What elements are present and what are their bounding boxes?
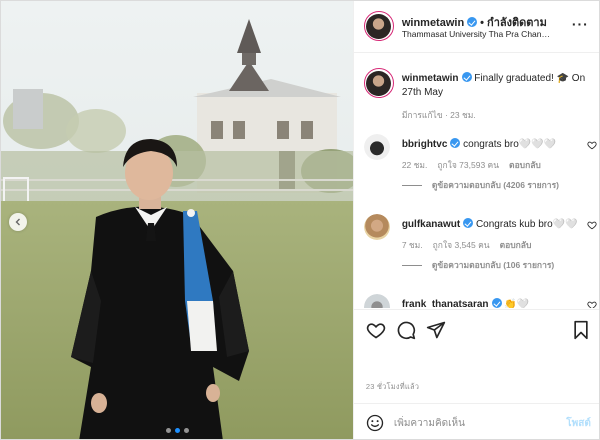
commenter-avatar[interactable] bbox=[363, 294, 390, 308]
post-header: winmetawin • กำลังติดตาม Thammasat Univers… bbox=[353, 1, 599, 53]
view-replies-button[interactable]: ดูข้อความตอบกลับ (106 รายการ) bbox=[401, 258, 555, 272]
reply-button[interactable]: ตอบกลับ bbox=[500, 240, 532, 250]
reply-button[interactable]: ตอบกลับ bbox=[509, 160, 541, 170]
graduation-photo bbox=[1, 1, 353, 439]
commenter-avatar[interactable] bbox=[363, 214, 390, 240]
comment-username[interactable]: frank_thanatsaran bbox=[402, 299, 489, 308]
post-details-panel: winmetawin • กำลังติดตาม Thammasat Univers… bbox=[352, 1, 599, 439]
comment-time: 22 ชม. bbox=[401, 160, 428, 170]
following-button[interactable]: กำลังติดตาม bbox=[487, 17, 547, 29]
commenter-avatar[interactable] bbox=[363, 134, 390, 160]
comment-text: Congrats kub bro🤍🤍 bbox=[475, 219, 578, 230]
author-username[interactable]: winmetawin bbox=[402, 17, 464, 29]
instagram-post: winmetawin • กำลังติดตาม Thammasat Univers… bbox=[0, 0, 600, 440]
comment-meta: 22 ชม. ถูกใจ 73,593 คน ตอบกลับ bbox=[402, 158, 551, 172]
chevron-left-icon bbox=[15, 218, 20, 226]
like-comment-heart-icon[interactable] bbox=[587, 140, 597, 150]
view-replies-button[interactable]: ดูข้อความตอบกลับ (4206 รายการ) bbox=[401, 178, 559, 192]
verified-badge-icon bbox=[450, 138, 461, 148]
like-comment-heart-icon[interactable] bbox=[587, 300, 597, 308]
post-comment-button[interactable]: โพสต์ bbox=[566, 416, 591, 431]
previous-photo-button[interactable] bbox=[9, 213, 27, 231]
separator-dot: • bbox=[480, 17, 485, 29]
comment-text: 👏🤍 bbox=[504, 299, 530, 308]
post-actions bbox=[353, 309, 599, 349]
view-replies-label: ดูข้อความตอบกลับ (106 รายการ) bbox=[431, 260, 555, 270]
carousel-dot bbox=[166, 428, 171, 433]
comment-line: frank_thanatsaran 👏🤍 bbox=[402, 298, 529, 308]
caption-text: winmetawin Finally graduated! 🎓 On 27th … bbox=[402, 72, 592, 100]
carousel-dot bbox=[184, 428, 189, 433]
comment-meta: 7 ชม. ถูกใจ 3,545 คน ตอบกลับ bbox=[402, 238, 542, 252]
more-options-icon[interactable]: ··· bbox=[572, 16, 589, 32]
caption-avatar[interactable] bbox=[363, 68, 394, 98]
share-paper-plane-icon[interactable] bbox=[426, 320, 446, 340]
verified-badge-icon bbox=[491, 298, 502, 308]
comments-list[interactable]: winmetawin Finally graduated! 🎓 On 27th … bbox=[354, 54, 599, 308]
verified-badge-icon bbox=[461, 72, 472, 82]
comment-time: 7 ชม. bbox=[401, 240, 423, 250]
comment-bubble-icon[interactable] bbox=[396, 320, 416, 340]
add-comment-bar: โพสต์ bbox=[353, 403, 599, 439]
replies-divider bbox=[401, 184, 422, 186]
comment-likes[interactable]: ถูกใจ 3,545 คน bbox=[433, 240, 490, 250]
caption-username[interactable]: winmetawin bbox=[402, 73, 459, 84]
comment-username[interactable]: bbrightvc bbox=[402, 139, 448, 150]
comment-username[interactable]: gulfkanawut bbox=[402, 219, 460, 230]
emoji-smiley-icon[interactable] bbox=[366, 414, 384, 432]
comment-likes[interactable]: ถูกใจ 73,593 คน bbox=[437, 160, 499, 170]
comment-text: congrats bro🤍🤍🤍 bbox=[463, 139, 557, 150]
comment-line: gulfkanawut Congrats kub bro🤍🤍 bbox=[402, 218, 578, 230]
comment-line: bbrightvc congrats bro🤍🤍🤍 bbox=[402, 138, 556, 150]
like-comment-heart-icon[interactable] bbox=[587, 220, 597, 230]
verified-badge-icon bbox=[463, 218, 474, 228]
view-replies-label: ดูข้อความตอบกลับ (4206 รายการ) bbox=[431, 180, 559, 190]
comment-input[interactable] bbox=[393, 414, 544, 432]
author-avatar[interactable] bbox=[363, 11, 394, 41]
like-heart-icon[interactable] bbox=[366, 320, 386, 340]
caption-meta: มีการแก้ไข · 23 ชม. bbox=[401, 110, 476, 120]
post-timestamp[interactable]: 23 ชั่วโมงที่แล้ว bbox=[366, 381, 419, 393]
replies-divider bbox=[401, 264, 422, 266]
location-link[interactable]: Thammasat University Tha Pra Chan Ca... bbox=[402, 29, 552, 39]
carousel-dot-active bbox=[175, 428, 180, 433]
save-bookmark-icon[interactable] bbox=[571, 320, 591, 340]
verified-badge-icon bbox=[467, 17, 478, 27]
post-photo[interactable] bbox=[1, 1, 353, 439]
carousel-indicator bbox=[1, 428, 353, 433]
